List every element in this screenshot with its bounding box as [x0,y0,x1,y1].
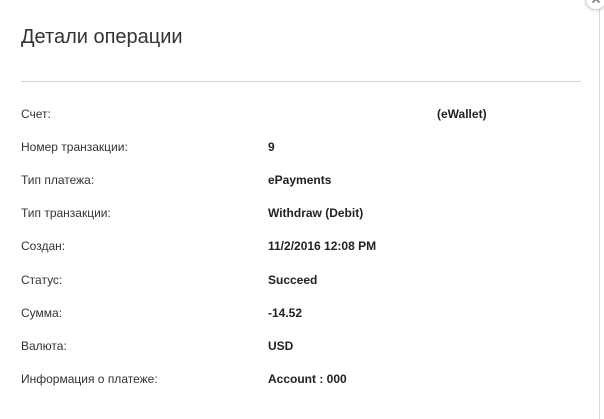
transaction-number-value: 9 [268,140,275,154]
detail-row-payment-info: Информация о платеже: Account : 000 [0,365,600,393]
dialog-title: Детали операции [21,26,183,48]
status-value: Succeed [268,273,318,287]
amount-value: -14.52 [268,306,303,320]
currency-label: Валюта: [21,339,67,353]
transaction-type-value: Withdraw (Debit) [268,206,364,220]
created-value: 11/2/2016 12:08 PM [268,239,377,253]
close-icon [592,0,600,3]
detail-row-currency: Валюта: USD [0,332,600,360]
detail-row-payment-type: Тип платежа: ePayments [0,166,600,194]
operation-details-dialog: Детали операции Счет: (eWallet) Номер тр… [0,0,600,419]
payment-type-label: Тип платежа: [21,173,95,187]
amount-label: Сумма: [21,306,63,320]
transaction-number-label: Номер транзакции: [21,140,128,154]
payment-info-value: Account : 000 [268,372,347,386]
payment-info-label: Информация о платеже: [21,372,158,386]
divider [21,81,581,82]
status-label: Статус: [21,273,63,287]
detail-row-status: Статус: Succeed [0,266,600,294]
payment-type-value: ePayments [268,173,332,187]
detail-row-amount: Сумма: -14.52 [0,299,600,327]
account-label: Счет: [21,107,51,121]
detail-row-account: Счет: (eWallet) [0,100,600,128]
created-label: Создан: [21,239,66,253]
transaction-type-label: Тип транзакции: [21,206,111,220]
detail-row-transaction-number: Номер транзакции: 9 [0,133,600,161]
detail-row-created: Создан: 11/2/2016 12:08 PM [0,232,600,260]
currency-value: USD [268,339,294,353]
account-value: (eWallet) [437,107,487,121]
detail-row-transaction-type: Тип транзакции: Withdraw (Debit) [0,199,600,227]
